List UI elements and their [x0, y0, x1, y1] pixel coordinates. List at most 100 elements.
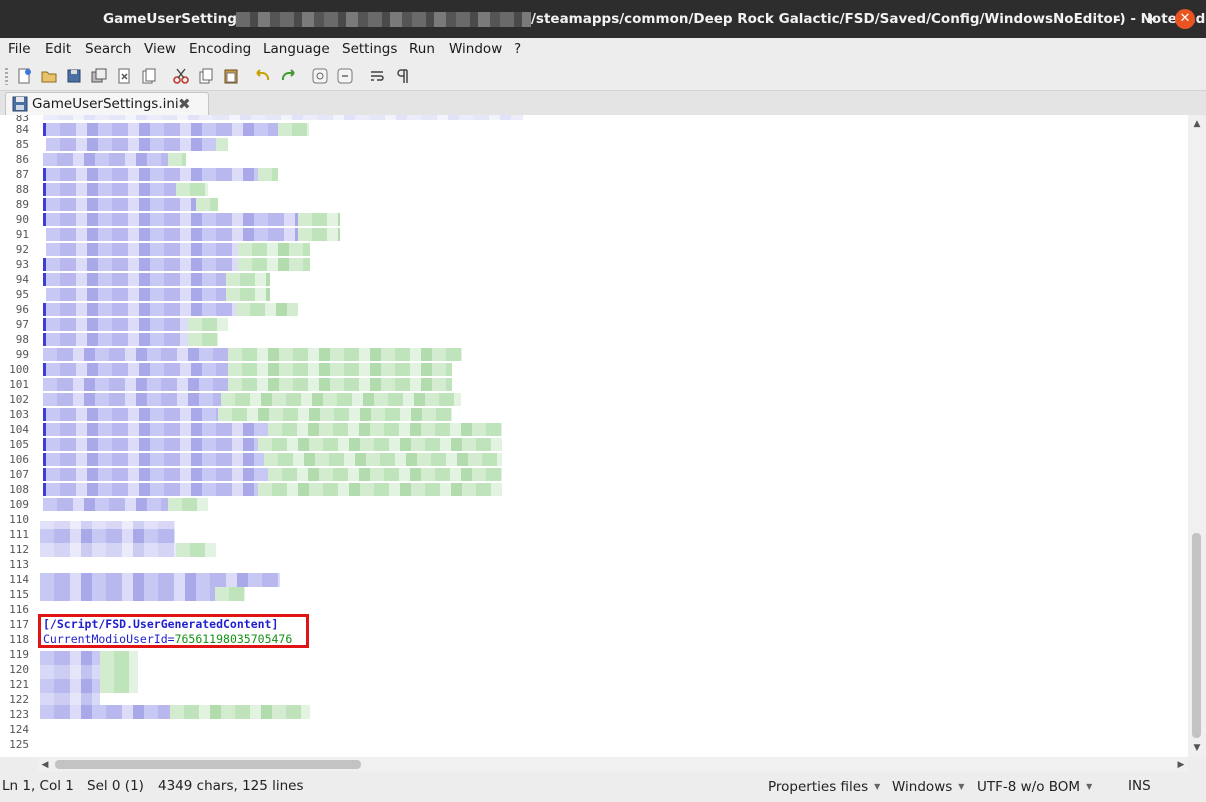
scroll-right-icon[interactable]: ▶: [1174, 758, 1188, 772]
redacted-line: [46, 333, 188, 346]
scroll-left-icon[interactable]: ◀: [38, 758, 52, 772]
redacted-line: [258, 483, 502, 496]
undo-icon[interactable]: [253, 66, 273, 86]
encoding-selector[interactable]: UTF-8 w/o BOM ▼: [977, 772, 1092, 801]
redacted-line: [43, 498, 168, 511]
line-number: 111: [9, 528, 29, 541]
scroll-up-icon[interactable]: ▲: [1190, 117, 1204, 131]
redacted-line: [298, 228, 340, 241]
menu-settings[interactable]: Settings: [342, 38, 397, 62]
redacted-line: [43, 393, 221, 406]
redacted-line: [168, 498, 208, 511]
line-number: 116: [9, 603, 29, 616]
redacted-line: [268, 423, 502, 436]
redacted-line: [258, 168, 278, 181]
redacted-line: [238, 243, 310, 256]
redacted-line: [40, 521, 175, 529]
line-number: 113: [9, 558, 29, 571]
redacted-line: [46, 228, 298, 241]
redacted-line: [46, 363, 228, 376]
horizontal-scroll-thumb[interactable]: [55, 760, 361, 769]
line-number: 97: [15, 318, 29, 331]
close-all-icon[interactable]: [139, 66, 159, 86]
line-number: 122: [9, 693, 29, 706]
line-number: 105: [9, 438, 29, 451]
menu-help[interactable]: ?: [514, 38, 521, 62]
redacted-line: [46, 123, 278, 136]
menu-edit[interactable]: Edit: [45, 38, 71, 62]
scroll-down-icon[interactable]: ▼: [1190, 741, 1204, 755]
line-number: 110: [9, 513, 29, 526]
menu-window[interactable]: Window: [449, 38, 502, 62]
tab-gameusersettings[interactable]: GameUserSettings.ini ✖: [5, 92, 209, 116]
line-number: 85: [15, 138, 29, 151]
redacted-line: [40, 705, 170, 719]
open-file-icon[interactable]: [39, 66, 59, 86]
language-selector[interactable]: Properties files ▼: [768, 772, 880, 801]
save-icon: [12, 96, 28, 112]
redacted-line: [221, 393, 461, 406]
redacted-line: [188, 333, 218, 346]
redacted-line: [188, 318, 228, 331]
line-number: 107: [9, 468, 29, 481]
language-label: Properties files: [768, 779, 869, 795]
horizontal-scrollbar[interactable]: ◀ ▶: [38, 757, 1188, 772]
menu-run[interactable]: Run: [409, 38, 435, 62]
line-number: 119: [9, 648, 29, 661]
line-number: 103: [9, 408, 29, 421]
show-all-chars-icon[interactable]: [392, 66, 412, 86]
editor-area[interactable]: 83 84 85 86 87 88 89 90 91 92 93 94 95 9…: [0, 115, 1188, 757]
redacted-line: [268, 468, 502, 481]
save-all-icon[interactable]: [89, 66, 109, 86]
tab-close-icon[interactable]: ✖: [178, 93, 191, 116]
redacted-line: [46, 468, 268, 481]
line-number: 106: [9, 453, 29, 466]
maximize-button[interactable]: +: [1141, 9, 1161, 29]
redacted-line: [100, 651, 138, 665]
redacted-line: [46, 138, 216, 151]
copy-icon[interactable]: [196, 66, 216, 86]
paste-icon[interactable]: [221, 66, 241, 86]
eol-label: Windows: [892, 779, 953, 795]
line-number: 109: [9, 498, 29, 511]
menu-encoding[interactable]: Encoding: [189, 38, 251, 62]
redo-icon[interactable]: [278, 66, 298, 86]
line-number: 95: [15, 288, 29, 301]
encoding-label: UTF-8 w/o BOM: [977, 779, 1081, 795]
line-number: 112: [9, 543, 29, 556]
line-number: 115: [9, 588, 29, 601]
close-file-icon[interactable]: [114, 66, 134, 86]
menu-language[interactable]: Language: [263, 38, 330, 62]
redacted-line: [100, 665, 138, 679]
menu-view[interactable]: View: [144, 38, 176, 62]
redacted-line: [238, 258, 310, 271]
save-icon[interactable]: [64, 66, 84, 86]
vertical-scrollbar[interactable]: ▲ ▼: [1188, 115, 1206, 757]
cut-icon[interactable]: [171, 66, 191, 86]
redacted-line: [168, 153, 186, 166]
zoom-in-icon[interactable]: [310, 66, 330, 86]
close-window-button[interactable]: ✕: [1175, 9, 1195, 29]
line-number: 89: [15, 198, 29, 211]
menu-search[interactable]: Search: [85, 38, 131, 62]
line-number: 94: [15, 273, 29, 286]
redacted-line: [46, 483, 258, 496]
line-number: 86: [15, 153, 29, 166]
redacted-line: [46, 453, 264, 466]
vertical-scroll-thumb[interactable]: [1192, 533, 1201, 738]
minimize-button[interactable]: –: [1107, 9, 1127, 29]
line-number: 98: [15, 333, 29, 346]
zoom-out-icon[interactable]: [335, 66, 355, 86]
toolbar: [0, 62, 1206, 91]
line-number: 96: [15, 303, 29, 316]
word-wrap-icon[interactable]: [367, 66, 387, 86]
line-number: 101: [9, 378, 29, 391]
insert-mode-indicator[interactable]: INS: [1128, 772, 1151, 801]
chevron-down-icon: ▼: [958, 782, 965, 791]
line-number: 117: [9, 618, 29, 631]
menu-file[interactable]: File: [8, 38, 31, 62]
line-number: 99: [15, 348, 29, 361]
eol-selector[interactable]: Windows ▼: [892, 772, 964, 801]
new-file-icon[interactable]: [14, 66, 34, 86]
line-number: 91: [15, 228, 29, 241]
